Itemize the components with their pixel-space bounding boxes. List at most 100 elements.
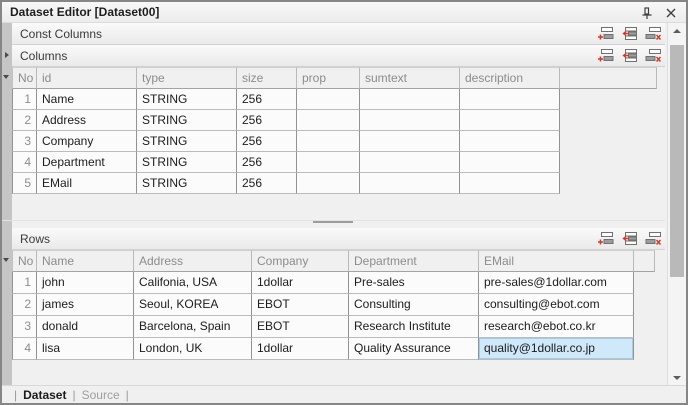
cell[interactable]: Pre-sales bbox=[349, 272, 479, 294]
column-header-company[interactable]: Company bbox=[252, 250, 349, 272]
cell[interactable]: pre-sales@1dollar.com bbox=[479, 272, 634, 294]
cell[interactable]: 256 bbox=[237, 131, 297, 152]
table-row: 3CompanySTRING256 bbox=[12, 131, 657, 152]
cell[interactable]: STRING bbox=[137, 173, 237, 194]
section-header-rows[interactable]: Rows bbox=[12, 228, 665, 250]
cell[interactable]: 1dollar bbox=[252, 272, 349, 294]
cell[interactable] bbox=[460, 173, 560, 194]
cell[interactable]: EBOT bbox=[252, 294, 349, 316]
cell[interactable] bbox=[460, 131, 560, 152]
cell[interactable] bbox=[460, 152, 560, 173]
tab-source[interactable]: Source bbox=[82, 388, 120, 402]
column-header-id[interactable]: id bbox=[37, 67, 137, 89]
cell[interactable]: STRING bbox=[137, 110, 237, 131]
cell[interactable] bbox=[460, 110, 560, 131]
row-number-cell[interactable]: 1 bbox=[12, 89, 37, 110]
column-header-no[interactable]: No bbox=[12, 67, 37, 89]
scroll-down-icon[interactable] bbox=[668, 370, 686, 385]
cell[interactable]: james bbox=[37, 294, 134, 316]
cell[interactable]: Consulting bbox=[349, 294, 479, 316]
vertical-scrollbar[interactable] bbox=[667, 23, 686, 385]
cell[interactable] bbox=[297, 131, 360, 152]
cell[interactable]: 1dollar bbox=[252, 338, 349, 360]
add-row-button[interactable] bbox=[597, 231, 614, 245]
cell[interactable]: donald bbox=[37, 316, 134, 338]
add-row-button[interactable] bbox=[597, 48, 614, 62]
cell[interactable]: 256 bbox=[237, 89, 297, 110]
delete-row-button[interactable] bbox=[645, 26, 662, 40]
cell[interactable]: EBOT bbox=[252, 316, 349, 338]
cell[interactable]: EMail bbox=[37, 173, 137, 194]
scrollbar-thumb[interactable] bbox=[670, 45, 684, 277]
pin-icon[interactable] bbox=[640, 6, 654, 20]
column-header-description[interactable]: description bbox=[460, 67, 560, 89]
cell[interactable] bbox=[360, 173, 460, 194]
section-header-const-columns[interactable]: Const Columns bbox=[12, 23, 665, 45]
cell[interactable]: consulting@ebot.com bbox=[479, 294, 634, 316]
cell[interactable] bbox=[360, 152, 460, 173]
collapse-icon-rows[interactable] bbox=[3, 258, 9, 262]
row-number-cell[interactable]: 5 bbox=[12, 173, 37, 194]
cell[interactable]: Califonia, USA bbox=[134, 272, 252, 294]
cell[interactable]: Department bbox=[37, 152, 137, 173]
row-number-cell[interactable]: 3 bbox=[12, 316, 37, 338]
cell[interactable]: research@ebot.co.kr bbox=[479, 316, 634, 338]
cell[interactable] bbox=[360, 89, 460, 110]
bottom-tab-bar: | Dataset | Source | bbox=[2, 385, 686, 403]
column-header-type[interactable]: type bbox=[137, 67, 237, 89]
delete-row-button[interactable] bbox=[645, 231, 662, 245]
cell[interactable]: Research Institute bbox=[349, 316, 479, 338]
column-header-email[interactable]: EMail bbox=[479, 250, 634, 272]
cell[interactable]: London, UK bbox=[134, 338, 252, 360]
cell[interactable]: Name bbox=[37, 89, 137, 110]
row-number-cell[interactable]: 4 bbox=[12, 338, 37, 360]
splitter-grip[interactable] bbox=[313, 221, 353, 223]
cell[interactable]: Barcelona, Spain bbox=[134, 316, 252, 338]
cell[interactable]: 256 bbox=[237, 152, 297, 173]
cell[interactable] bbox=[360, 110, 460, 131]
cell[interactable]: 256 bbox=[237, 110, 297, 131]
column-header-address[interactable]: Address bbox=[134, 250, 252, 272]
cell[interactable]: lisa bbox=[37, 338, 134, 360]
insert-row-button[interactable] bbox=[621, 48, 638, 62]
section-header-columns[interactable]: Columns bbox=[12, 45, 665, 67]
column-header-no[interactable]: No bbox=[12, 250, 37, 272]
cell[interactable] bbox=[297, 173, 360, 194]
row-number-cell[interactable]: 2 bbox=[12, 110, 37, 131]
insert-row-button[interactable] bbox=[621, 26, 638, 40]
column-header-size[interactable]: size bbox=[237, 67, 297, 89]
columns-grid: Noidtypesizepropsumtextdescription1NameS… bbox=[12, 67, 657, 194]
scroll-up-icon[interactable] bbox=[668, 23, 686, 38]
cell[interactable]: john bbox=[37, 272, 134, 294]
add-row-button[interactable] bbox=[597, 26, 614, 40]
cell[interactable]: Seoul, KOREA bbox=[134, 294, 252, 316]
row-number-cell[interactable]: 1 bbox=[12, 272, 37, 294]
table-row: 4DepartmentSTRING256 bbox=[12, 152, 657, 173]
cell[interactable]: quality@1dollar.co.jp bbox=[479, 338, 634, 360]
column-header-name[interactable]: Name bbox=[37, 250, 134, 272]
expand-icon-const-columns[interactable] bbox=[5, 52, 9, 58]
cell[interactable]: STRING bbox=[137, 152, 237, 173]
column-header-department[interactable]: Department bbox=[349, 250, 479, 272]
cell[interactable] bbox=[297, 110, 360, 131]
row-number-cell[interactable]: 4 bbox=[12, 152, 37, 173]
cell[interactable] bbox=[297, 152, 360, 173]
cell[interactable]: STRING bbox=[137, 89, 237, 110]
delete-row-button[interactable] bbox=[645, 48, 662, 62]
cell[interactable]: Company bbox=[37, 131, 137, 152]
cell[interactable] bbox=[460, 89, 560, 110]
cell[interactable]: Address bbox=[37, 110, 137, 131]
column-header-sumtext[interactable]: sumtext bbox=[360, 67, 460, 89]
cell[interactable]: 256 bbox=[237, 173, 297, 194]
collapse-icon-columns[interactable] bbox=[3, 75, 9, 79]
cell[interactable]: Quality Assurance bbox=[349, 338, 479, 360]
cell[interactable] bbox=[297, 89, 360, 110]
insert-row-button[interactable] bbox=[621, 231, 638, 245]
tab-dataset[interactable]: Dataset bbox=[23, 388, 66, 402]
column-header-prop[interactable]: prop bbox=[297, 67, 360, 89]
row-number-cell[interactable]: 3 bbox=[12, 131, 37, 152]
cell[interactable]: STRING bbox=[137, 131, 237, 152]
close-icon[interactable] bbox=[664, 6, 678, 20]
row-number-cell[interactable]: 2 bbox=[12, 294, 37, 316]
cell[interactable] bbox=[360, 131, 460, 152]
